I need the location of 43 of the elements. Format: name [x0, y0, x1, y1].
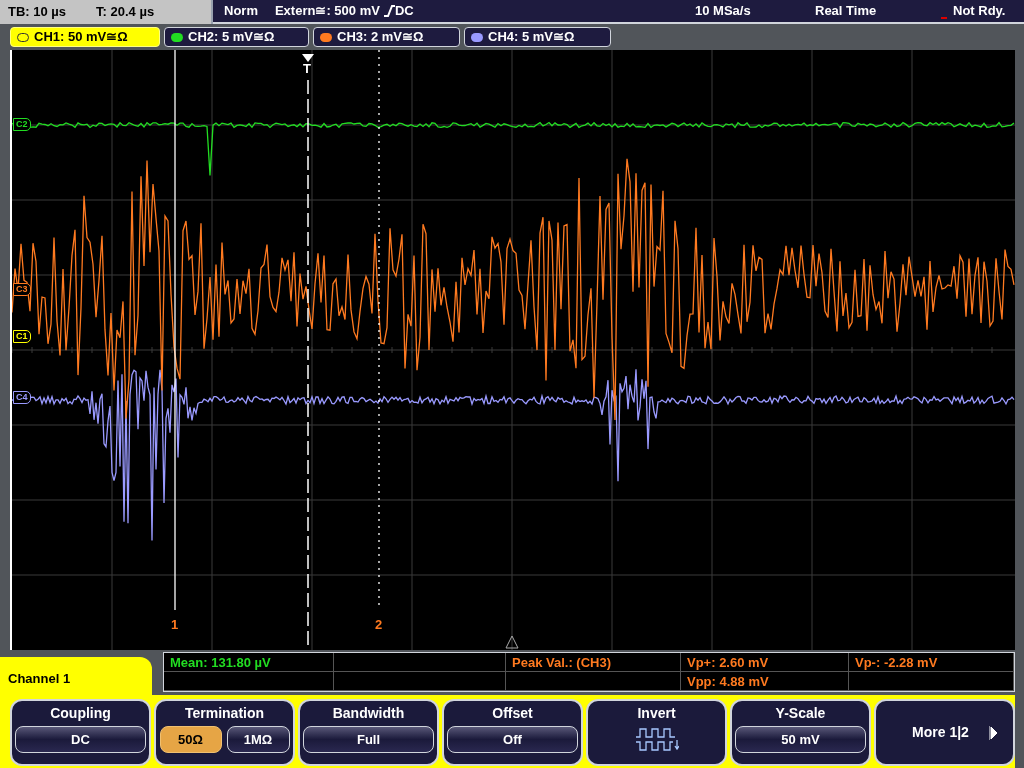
measurement-value: Vp-: -2.28 mV	[849, 653, 1014, 672]
value-button[interactable]: Full	[303, 726, 434, 753]
value-button[interactable]: DC	[15, 726, 146, 753]
trigger-time-label: T: 20.4 µs	[96, 3, 155, 22]
measurement-value: Mean: 131.80 µV	[164, 653, 334, 672]
trigger-mode-label: Norm	[224, 2, 258, 21]
trigger-arrow-icon	[302, 54, 314, 62]
trigger-coupling-label: DC	[394, 2, 414, 21]
softkey-label: Coupling	[50, 705, 111, 721]
trigger-source-label: Extern≅: 500 mV	[274, 2, 380, 21]
trigger-position-icon	[505, 635, 519, 649]
more-button[interactable]: More 1|2	[874, 699, 1015, 766]
measurement-value: Peak Val.: (CH3)	[506, 653, 681, 672]
invert-waveform-icon	[634, 726, 679, 754]
measurement-value: Vpp: 4.88 mV	[681, 672, 849, 691]
acquisition-mode-label: Real Time	[815, 2, 877, 21]
channel-tab[interactable]: CH1: 50 mV≅Ω	[10, 27, 160, 47]
softkey-label: Invert	[637, 705, 676, 721]
sample-rate-label: 10 MSa/s	[695, 2, 751, 21]
channel-marker[interactable]: C4	[13, 391, 31, 404]
softkey-label: Bandwidth	[332, 705, 405, 721]
value-button[interactable]: Off	[447, 726, 578, 753]
timebase-label: TB: 10 µs	[8, 3, 67, 22]
channel-marker[interactable]: C1	[13, 330, 31, 343]
menu-title: Channel 1	[0, 657, 152, 695]
channel-marker[interactable]: C3	[13, 283, 31, 296]
value-button[interactable]: 50 mV	[735, 726, 866, 753]
softkey-label: Termination	[184, 705, 265, 721]
trigger-marker[interactable]: T	[303, 62, 311, 75]
softkey-label: Offset	[492, 705, 533, 721]
channel-tab[interactable]: CH2: 5 mV≅Ω	[164, 27, 309, 47]
measurement-value: Vp+: 2.60 mV	[681, 653, 849, 672]
option-button[interactable]: 50Ω	[159, 726, 222, 753]
cursor-label: 2	[375, 618, 383, 631]
channel-tab[interactable]: CH3: 2 mV≅Ω	[313, 27, 460, 47]
rising-edge-icon	[382, 5, 395, 17]
right-triangle-icon	[988, 725, 997, 740]
cursor-label: 1	[171, 618, 179, 631]
option-button[interactable]: 1MΩ	[226, 726, 290, 753]
channel-tab[interactable]: CH4: 5 mV≅Ω	[464, 27, 611, 47]
status-label: Not Rdy.	[953, 2, 1006, 21]
channel-marker[interactable]: C2	[13, 118, 31, 131]
softkey-label: Y-Scale	[775, 705, 826, 721]
